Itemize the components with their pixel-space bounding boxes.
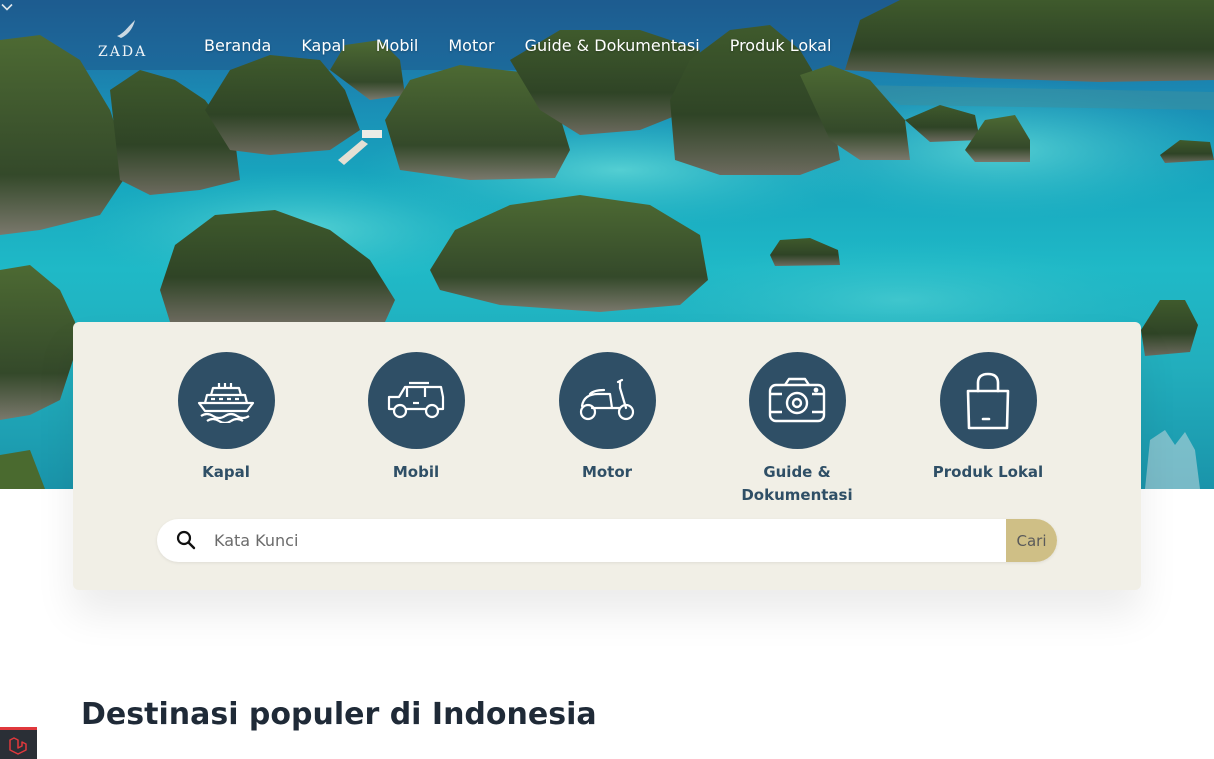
category-mobil-label: Mobil bbox=[392, 463, 440, 481]
category-guide-dokumentasi[interactable]: Guide & Dokumentasi bbox=[722, 352, 872, 507]
bird-logo-icon bbox=[117, 20, 135, 38]
nav-item-mobil[interactable]: Mobil bbox=[376, 36, 419, 60]
section-title: Destinasi populer di Indonesia bbox=[81, 697, 597, 732]
brand-logo[interactable]: ZADA bbox=[98, 18, 150, 62]
camera-icon bbox=[768, 377, 826, 422]
search-button[interactable]: Cari bbox=[1006, 519, 1057, 562]
category-mobil[interactable]: Mobil bbox=[341, 352, 491, 484]
chevron-down-icon[interactable] bbox=[0, 0, 14, 14]
search-input[interactable] bbox=[214, 519, 994, 562]
shopping-bag-icon bbox=[966, 372, 1010, 429]
category-motor[interactable]: Motor bbox=[532, 352, 682, 484]
brand-name: ZADA bbox=[98, 44, 148, 60]
nav-item-motor[interactable]: Motor bbox=[448, 36, 494, 60]
laravel-logo-icon bbox=[9, 737, 27, 755]
category-panel: Kapal Mobil Motor Guide & Dokumentasi Pr… bbox=[73, 322, 1141, 590]
category-produk-lokal[interactable]: Produk Lokal bbox=[913, 352, 1063, 484]
category-produk-label: Produk Lokal bbox=[932, 463, 1044, 481]
main-nav: Beranda Kapal Mobil Motor Guide & Dokume… bbox=[204, 36, 861, 60]
category-guide-circle[interactable] bbox=[748, 352, 846, 449]
debugbar-toggle[interactable] bbox=[0, 727, 37, 759]
page: ZADA Beranda Kapal Mobil Motor Guide & D… bbox=[0, 0, 1214, 759]
nav-item-guide-dokumentasi[interactable]: Guide & Dokumentasi bbox=[525, 36, 700, 60]
nav-item-kapal[interactable]: Kapal bbox=[301, 36, 345, 60]
category-kapal-circle[interactable] bbox=[177, 352, 275, 449]
search-icon bbox=[176, 530, 196, 550]
ship-icon bbox=[197, 382, 255, 423]
category-guide-label: Guide & Dokumentasi bbox=[741, 463, 853, 504]
scooter-icon bbox=[579, 378, 635, 420]
search-bar: Cari bbox=[157, 519, 1057, 562]
category-motor-label: Motor bbox=[581, 463, 633, 481]
category-kapal-label: Kapal bbox=[202, 463, 250, 481]
nav-item-produk-lokal[interactable]: Produk Lokal bbox=[730, 36, 832, 60]
car-icon bbox=[387, 381, 445, 418]
category-mobil-circle[interactable] bbox=[367, 352, 465, 449]
category-kapal[interactable]: Kapal bbox=[151, 352, 301, 484]
category-produk-circle[interactable] bbox=[939, 352, 1037, 449]
nav-item-beranda[interactable]: Beranda bbox=[204, 36, 271, 60]
category-motor-circle[interactable] bbox=[558, 352, 656, 449]
